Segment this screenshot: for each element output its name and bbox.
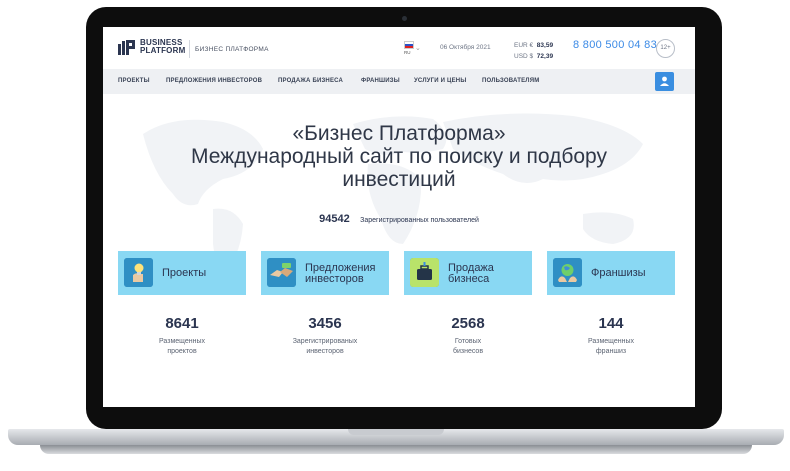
briefcase-icon — [410, 258, 439, 287]
nav-item-projects[interactable]: ПРОЕКТЫ — [118, 78, 150, 84]
nav-item-franchises[interactable]: ФРАНШИЗЫ — [361, 78, 400, 84]
stat-business-label: Готовых бизнесов — [452, 338, 484, 355]
logo-divider — [189, 40, 190, 58]
card-business-sale-label: Продажа бизнеса — [448, 262, 494, 285]
card-investor-offers[interactable]: Предложения инвесторов — [261, 251, 389, 295]
nav-item-investor-offers[interactable]: ПРЕДЛОЖЕНИЯ ИНВЕСТОРОВ — [166, 78, 262, 84]
card-franchises[interactable]: Франшизы — [547, 251, 675, 295]
card-franchises-label: Франшизы — [591, 267, 646, 279]
users-count: 94542 — [319, 213, 350, 225]
age-badge: 12+ — [656, 39, 675, 58]
stat-projects-label: Размещенных проектов — [158, 338, 205, 355]
logo-text[interactable]: BUSINESS PLATFORM — [140, 39, 185, 55]
browser-screen: BUSINESS PLATFORM БИЗНЕС ПЛАТФОРМА RU ⌄ … — [103, 27, 695, 407]
stat-investors-count: 3456 — [308, 315, 342, 332]
stat-business-count: 2568 — [451, 315, 485, 332]
logo-icon[interactable] — [118, 40, 137, 55]
currency-rates: EUR € 83,59 USD $ 72,39 — [514, 40, 553, 62]
handshake-icon — [267, 258, 296, 287]
site-header: BUSINESS PLATFORM БИЗНЕС ПЛАТФОРМА RU ⌄ … — [103, 27, 695, 70]
laptop-base-bottom — [40, 445, 752, 454]
nav-item-users[interactable]: ПОЛЬЗОВАТЕЛЯМ — [482, 78, 539, 84]
phone-link[interactable]: 8 800 500 04 83 — [573, 39, 657, 51]
hero-title-line-1: «Бизнес Платформа» — [292, 122, 506, 145]
rate-usd: USD $ 72,39 — [514, 53, 554, 60]
bulb-icon — [124, 258, 153, 287]
stat-franchises-label: Размещенных франшиз — [587, 338, 634, 355]
users-label: Зарегистрированных пользователей — [360, 217, 479, 224]
chevron-down-icon[interactable]: ⌄ — [415, 44, 421, 52]
card-projects[interactable]: Проекты — [118, 251, 246, 295]
user-icon — [660, 76, 669, 86]
ru-flag-icon — [404, 41, 414, 49]
nav-item-business-sale[interactable]: ПРОДАЖА БИЗНЕСА — [278, 78, 343, 84]
logo-line-2: PLATFORM — [140, 46, 186, 55]
registered-users: 94542 Зарегистрированных пользователей — [103, 209, 695, 227]
laptop-notch — [348, 429, 444, 435]
card-investor-offers-label: Предложения инвесторов — [305, 262, 376, 285]
main-nav: ПРОЕКТЫ ПРЕДЛОЖЕНИЯ ИНВЕСТОРОВ ПРОДАЖА Б… — [103, 69, 695, 94]
rate-eur: EUR € 83,59 — [514, 42, 554, 49]
card-business-sale[interactable]: Продажа бизнеса — [404, 251, 532, 295]
nav-item-services[interactable]: УСЛУГИ И ЦЕНЫ — [414, 78, 466, 84]
card-projects-label: Проекты — [162, 267, 207, 279]
hero-title-line-2: Международный сайт по поиску и подбору — [190, 145, 607, 168]
stat-projects-count: 8641 — [165, 315, 199, 332]
stat-investors-label: Зарегистрированых инвесторов — [292, 338, 358, 355]
hero-title-line-3: инвестиций — [342, 168, 456, 191]
current-date: 06 Октября 2021 — [440, 44, 491, 51]
camera-dot — [402, 16, 407, 21]
stat-franchises-count: 144 — [598, 315, 624, 332]
site-slogan: БИЗНЕС ПЛАТФОРМА — [195, 46, 269, 53]
globe-hands-icon — [553, 258, 582, 287]
user-account-button[interactable] — [655, 72, 674, 91]
